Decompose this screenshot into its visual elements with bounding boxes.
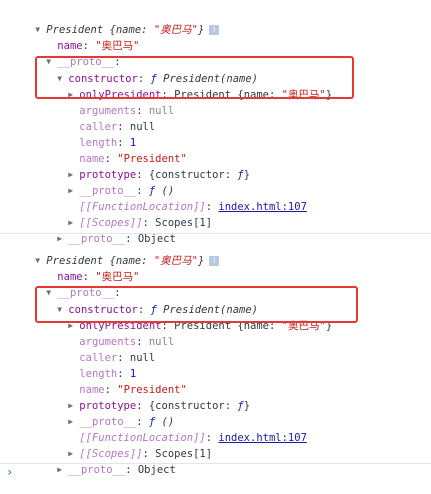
property-caller: caller: null [79, 121, 156, 133]
property-proto[interactable]: ▼ __proto__: [21, 269, 120, 299]
info-icon[interactable]: i [209, 25, 220, 35]
property-caller: caller: null [79, 352, 156, 364]
property-function-location: [[FunctionLocation]]: index.html:107 [79, 432, 307, 444]
property-function-location: [[FunctionLocation]]: index.html:107 [79, 201, 307, 213]
property-scopes[interactable]: ▶ [[Scopes]]: Scopes[1] [43, 430, 212, 460]
property-prototype[interactable]: ▶ prototype: {constructor: ƒ} [43, 151, 250, 181]
entry-divider [0, 463, 431, 464]
property-name: name: "奥巴马" [57, 271, 140, 283]
property-prototype[interactable]: ▶ prototype: {constructor: ƒ} [43, 382, 250, 412]
property-fname: name: "President" [79, 384, 187, 396]
property-length: length: 1 [79, 368, 137, 380]
highlight-box-2 [35, 286, 358, 323]
property-fproto[interactable]: ▶ __proto__: ƒ () [43, 167, 174, 197]
source-link[interactable]: index.html:107 [218, 432, 307, 444]
property-proto[interactable]: ▼ __proto__: [21, 38, 120, 68]
info-icon[interactable]: i [209, 256, 220, 266]
property-fproto[interactable]: ▶ __proto__: ƒ () [43, 398, 174, 428]
property-fname: name: "President" [79, 153, 187, 165]
property-scopes[interactable]: ▶ [[Scopes]]: Scopes[1] [43, 199, 212, 229]
property-object-proto[interactable]: ▶ __proto__: Object [32, 215, 176, 245]
object-header[interactable]: ▼ President {name: "奥巴马"} i [10, 6, 220, 36]
expand-right-icon[interactable]: ▶ [57, 462, 68, 478]
property-object-proto[interactable]: ▶ __proto__: Object [32, 446, 176, 476]
console-prompt-icon[interactable]: › [6, 464, 13, 480]
property-length: length: 1 [79, 137, 137, 149]
highlight-box-1 [35, 56, 354, 99]
source-link[interactable]: index.html:107 [218, 201, 307, 213]
object-header[interactable]: ▼ President {name: "奥巴马"} i [10, 237, 220, 267]
entry-divider [0, 233, 431, 234]
property-name: name: "奥巴马" [57, 40, 140, 52]
